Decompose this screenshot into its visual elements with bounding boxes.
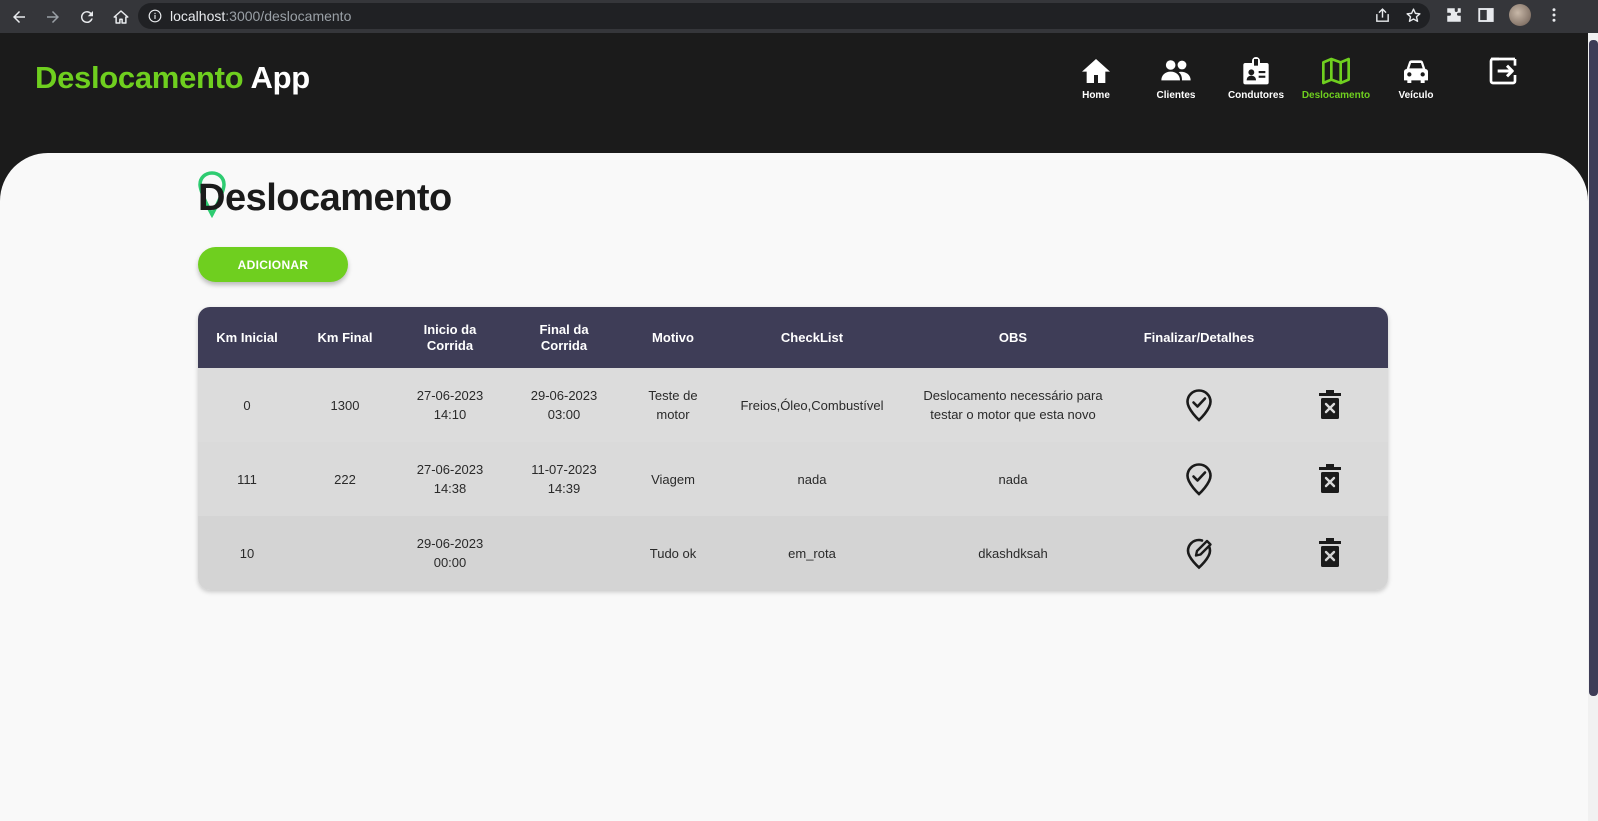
- deslocamento-table: Km Inicial Km Final Inicio da Corrida Fin…: [198, 307, 1388, 590]
- col-finalizar-detalhes: Finalizar/Detalhes: [1143, 329, 1255, 345]
- home-icon: [1082, 59, 1110, 83]
- logout-icon: [1489, 57, 1517, 85]
- brand-suffix: App: [250, 60, 310, 95]
- table-row: 10 29-06-2023 00:00 Tudo ok em_rota dkash…: [198, 516, 1388, 590]
- delete-button[interactable]: [1272, 368, 1388, 442]
- nav-deslocamento[interactable]: Deslocamento: [1291, 55, 1381, 101]
- car-icon: [1404, 60, 1428, 83]
- cell-km-inicial: 10: [239, 545, 255, 561]
- col-obs: OBS: [998, 329, 1028, 345]
- extensions-icon[interactable]: [1445, 6, 1463, 24]
- delete-button[interactable]: [1272, 442, 1388, 516]
- cell-km-final: 1300: [330, 397, 360, 413]
- profile-avatar[interactable]: [1509, 4, 1531, 26]
- cell-motivo: Viagem: [651, 471, 695, 487]
- cell-inicio: 27-06-2023 14:10: [416, 388, 484, 422]
- cell-obs: Deslocamento necessário para testar o mot…: [923, 388, 1103, 422]
- trash-icon: [1319, 390, 1341, 419]
- cell-motivo: Teste de motor: [648, 388, 698, 422]
- nav-clientes-label: Clientes: [1156, 90, 1196, 101]
- share-icon[interactable]: [1374, 7, 1391, 24]
- nav-logout[interactable]: [1478, 55, 1528, 87]
- col-inicio-corrida: Inicio da Corrida: [423, 321, 477, 353]
- nav-home[interactable]: Home: [1051, 55, 1141, 101]
- scrollbar-thumb[interactable]: [1589, 40, 1598, 696]
- main-content: Deslocamento ADICIONAR Km Inicial Km Fin…: [0, 153, 1588, 821]
- forward-icon[interactable]: [38, 2, 68, 32]
- browser-toolbar: localhost:3000/deslocamento: [0, 0, 1598, 33]
- url-text[interactable]: localhost:3000/deslocamento: [170, 8, 351, 24]
- reload-icon[interactable]: [72, 2, 102, 32]
- table-row: 111 222 27-06-2023 14:38 11-07-2023 14:39 …: [198, 442, 1388, 516]
- table-header: Km Inicial Km Final Inicio da Corrida Fin…: [198, 307, 1388, 368]
- add-button[interactable]: ADICIONAR: [198, 247, 348, 282]
- cell-km-inicial: 0: [243, 397, 251, 413]
- cell-final: 11-07-2023 14:39: [531, 462, 597, 496]
- trash-icon: [1319, 464, 1341, 493]
- back-icon[interactable]: [4, 2, 34, 32]
- page-title: Deslocamento: [198, 177, 452, 219]
- address-bar[interactable]: localhost:3000/deslocamento: [138, 3, 1430, 29]
- col-motivo: Motivo: [652, 329, 694, 345]
- cell-km-final: [296, 516, 394, 590]
- menu-icon[interactable]: [1545, 6, 1563, 24]
- star-icon[interactable]: [1405, 7, 1422, 24]
- col-km-inicial: Km Inicial: [216, 329, 278, 345]
- cell-km-inicial: 111: [237, 471, 257, 487]
- finalizar-button[interactable]: [1126, 516, 1272, 590]
- cell-motivo: Tudo ok: [649, 545, 697, 561]
- col-final-corrida: Final da Corrida: [539, 321, 589, 353]
- location-check-icon: [1186, 389, 1212, 422]
- cell-final: 29-06-2023 03:00: [530, 388, 598, 422]
- col-checklist: CheckList: [780, 329, 844, 345]
- location-edit-icon: [1186, 538, 1212, 570]
- app-brand[interactable]: Deslocamento App: [35, 60, 310, 96]
- trash-icon: [1319, 538, 1341, 567]
- brand-name: Deslocamento: [35, 60, 244, 95]
- col-km-final: Km Final: [317, 329, 373, 345]
- nav-condutores-label: Condutores: [1227, 90, 1285, 101]
- cell-obs: nada: [998, 471, 1028, 487]
- info-icon[interactable]: [148, 9, 162, 23]
- nav-veiculo-label: Veículo: [1398, 90, 1434, 101]
- id-badge-icon: [1243, 57, 1269, 85]
- sidebar-icon[interactable]: [1477, 6, 1495, 24]
- nav-condutores[interactable]: Condutores: [1211, 55, 1301, 101]
- nav-home-label: Home: [1082, 90, 1110, 101]
- cell-obs: dkashdksah: [978, 545, 1048, 561]
- cell-inicio: 29-06-2023 00:00: [416, 536, 484, 570]
- nav-veiculo[interactable]: Veículo: [1371, 55, 1461, 101]
- finalizar-button[interactable]: [1126, 368, 1272, 442]
- app-header: Deslocamento App Home Clientes Condutore…: [0, 33, 1598, 163]
- map-icon: [1322, 57, 1350, 85]
- nav-deslocamento-label: Deslocamento: [1301, 90, 1371, 101]
- cell-checklist: nada: [797, 471, 827, 487]
- table-row: 0 1300 27-06-2023 14:10 29-06-2023 03:00 T…: [198, 368, 1388, 442]
- users-icon: [1161, 60, 1191, 81]
- delete-button[interactable]: [1272, 516, 1388, 590]
- finalizar-button[interactable]: [1126, 442, 1272, 516]
- cell-checklist: em_rota: [788, 545, 836, 561]
- location-check-icon: [1186, 463, 1212, 496]
- home-browser-icon[interactable]: [106, 2, 136, 32]
- cell-km-final: 222: [334, 471, 356, 487]
- cell-final: [506, 516, 622, 590]
- cell-inicio: 27-06-2023 14:38: [416, 462, 484, 496]
- nav-clientes[interactable]: Clientes: [1131, 55, 1221, 101]
- cell-checklist: Freios,Óleo,Combustível: [740, 397, 884, 413]
